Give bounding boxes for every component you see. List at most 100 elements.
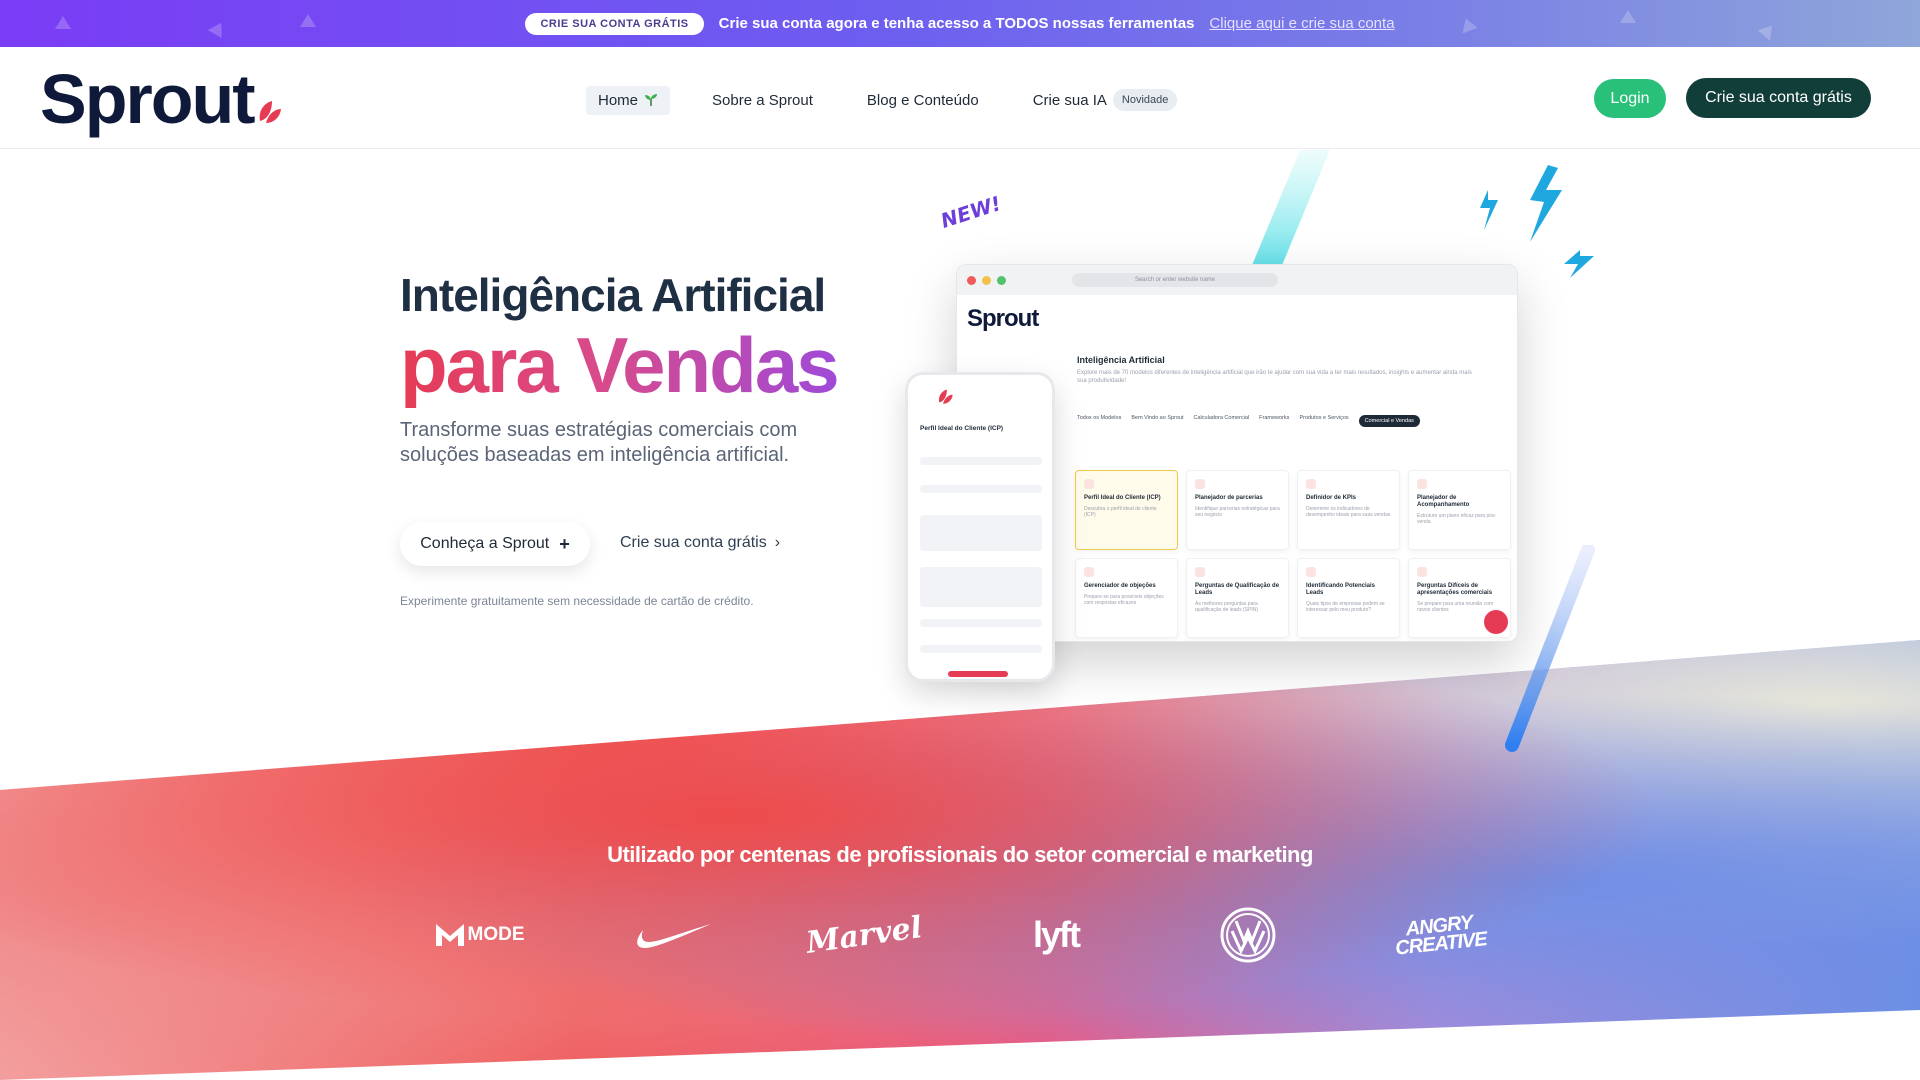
card-icon [1195,567,1205,577]
vw-logo [1188,905,1308,965]
lyft-logo: lyft [996,905,1116,965]
mock-card-title: Perguntas de Qualificação de Leads [1195,583,1280,596]
phone-submit-button [948,671,1008,677]
mock-card: Planejador de parcerias Identifique parce… [1186,470,1289,550]
mock-card-desc: Descubra o perfil ideal de cliente (ICP) [1084,506,1157,518]
mock-section-title: Inteligência Artificial [1077,355,1165,365]
mock-card-grid: Perfil Ideal do Cliente (ICP) Descubra o … [1075,470,1511,638]
decor-triangle [300,14,316,27]
mock-card: Perguntas de Qualificação de Leads As mel… [1186,558,1289,638]
mock-tabs: Todos os Modelos Bem Vindo ao Sprout Cal… [1077,415,1509,427]
browser-url-bar: Search or enter website name [1072,273,1278,287]
minimize-dot [982,275,991,285]
card-icon [1084,479,1094,489]
mock-card-title: Identificando Potenciais Leads [1306,583,1376,596]
nav-crie-ia[interactable]: Crie sua IA Novidade [1021,83,1190,117]
mock-card-desc: Identifique parcerias estratégicas para … [1195,506,1280,518]
login-button[interactable]: Login [1594,79,1666,118]
chat-bubble-icon [1484,610,1508,634]
phone-field [920,515,1042,551]
brand-logos: MODE Marvel lyft ANGRY CREATIVE [420,905,1500,965]
banner-link[interactable]: Clique aqui e crie sua conta [1209,15,1394,32]
nike-swoosh-logo [612,905,732,965]
mode-m-icon [435,924,464,946]
mock-card: Perfil Ideal do Cliente (ICP) Descubra o … [1075,470,1178,550]
nav-crie-ia-label: Crie sua IA [1032,91,1107,109]
maximize-dot [997,275,1006,285]
card-icon [1417,567,1427,577]
phone-field [920,485,1042,493]
mock-tab: Todos os Modelos [1077,415,1122,421]
mock-tab: Frameworks [1259,415,1290,421]
nav-blog-label: Blog e Conteúdo [866,91,979,109]
mock-app-logo: Sprout [967,305,1039,332]
create-account-button[interactable]: Crie sua conta grátis [1686,78,1871,118]
angry-creative-logo: ANGRY CREATIVE [1380,905,1500,965]
main-nav: Home Sobre a Sprout Blog e Conteúdo Crie… [586,83,1189,117]
mock-card-title: Perguntas Difíceis de apresentações come… [1417,583,1493,596]
sprout-icon [645,94,658,106]
plus-icon: + [559,533,570,554]
mock-card-title: Gerenciador de objeções [1084,583,1156,589]
sprout-logo[interactable]: Sprout [40,59,282,139]
mock-card-desc: Quais tipos de empresas podem se interes… [1306,601,1385,613]
novidade-badge: Novidade [1112,89,1178,111]
mock-tab: Produtos e Serviços [1299,415,1349,421]
hero-title-highlight: para Vendas [400,321,840,409]
angry-creative-text: ANGRY CREATIVE [1394,911,1488,960]
app-screenshot-phone: Perfil Ideal do Cliente (ICP) [905,372,1055,682]
mock-card: Gerenciador de objeções Prepare-se para p… [1075,558,1178,638]
card-icon [1417,479,1427,489]
mock-card-title: Planejador de parcerias [1195,495,1263,501]
phone-field [920,457,1042,465]
mock-tab: Calculadora Comercial [1193,415,1250,421]
mock-card-title: Perfil Ideal do Cliente (ICP) [1084,495,1161,501]
promo-banner: CRIE SUA CONTA GRÁTIS Crie sua conta ago… [0,0,1920,47]
nav-blog[interactable]: Blog e Conteúdo [855,86,991,115]
card-icon [1306,567,1316,577]
mock-ai-section: Inteligência Artificial Explore mais de … [1077,355,1509,427]
browser-toolbar: Search or enter website name [957,265,1517,295]
close-dot [967,275,976,285]
hero-description: Transforme suas estratégias comerciais c… [400,419,798,466]
decor-triangle [55,16,71,29]
conheca-label: Conheça a Sprout [420,535,550,552]
mode-text: MODE [467,924,525,945]
hero-title: Inteligência Artificial [400,269,826,321]
nav-home[interactable]: Home [586,85,671,115]
mock-card-title: Definidor de KPIs [1306,495,1357,501]
phone-field [920,619,1042,627]
conheca-sprout-button[interactable]: Conheça a Sprout + [400,522,590,566]
nav-sobre[interactable]: Sobre a Sprout [700,86,825,115]
vw-circle-icon [1220,907,1276,963]
social-proof-title: Utilizado por centenas de profissionais … [607,842,1313,867]
nav-home-label: Home [598,91,639,109]
mock-card: Identificando Potenciais Leads Quais tipo… [1297,558,1400,638]
new-tag: NEW! [937,191,1004,233]
phone-field [920,567,1042,607]
mock-section-sub: Explore mais de 70 modelos diferentes de… [1077,370,1472,384]
leaf-icon [259,101,281,123]
mock-tab: Bem Vindo ao Sprout [1131,415,1184,421]
phone-field [920,645,1042,653]
logo-text: Sprout [40,60,256,138]
mock-tab-active: Comercial e Vendas [1358,415,1420,427]
decor-triangle [1620,10,1636,23]
mode-logo: MODE [420,905,540,965]
card-icon [1084,567,1094,577]
decor-stripe-cyan [1250,150,1330,270]
mock-card-desc: Prepare-se para possíveis objeções com r… [1084,594,1164,606]
crie-conta-link[interactable]: Crie sua conta grátis › [620,534,780,552]
card-icon [1306,479,1316,489]
card-icon [1195,479,1205,489]
decor-triangle [1757,20,1779,41]
mock-card-title: Planejador de Acompanhamento [1417,495,1470,508]
swoosh-icon [637,924,711,948]
mock-card-desc: Determine os indicadores de desempenho i… [1306,506,1391,518]
mock-card-desc: Estruture um plano eficaz para pós-venda [1417,513,1497,525]
marvel-logo: Marvel [804,905,924,965]
decor-triangle [207,18,229,39]
banner-pill[interactable]: CRIE SUA CONTA GRÁTIS [525,12,704,35]
crie-conta-label: Crie sua conta grátis [620,534,767,551]
chevron-right-icon: › [774,534,781,551]
